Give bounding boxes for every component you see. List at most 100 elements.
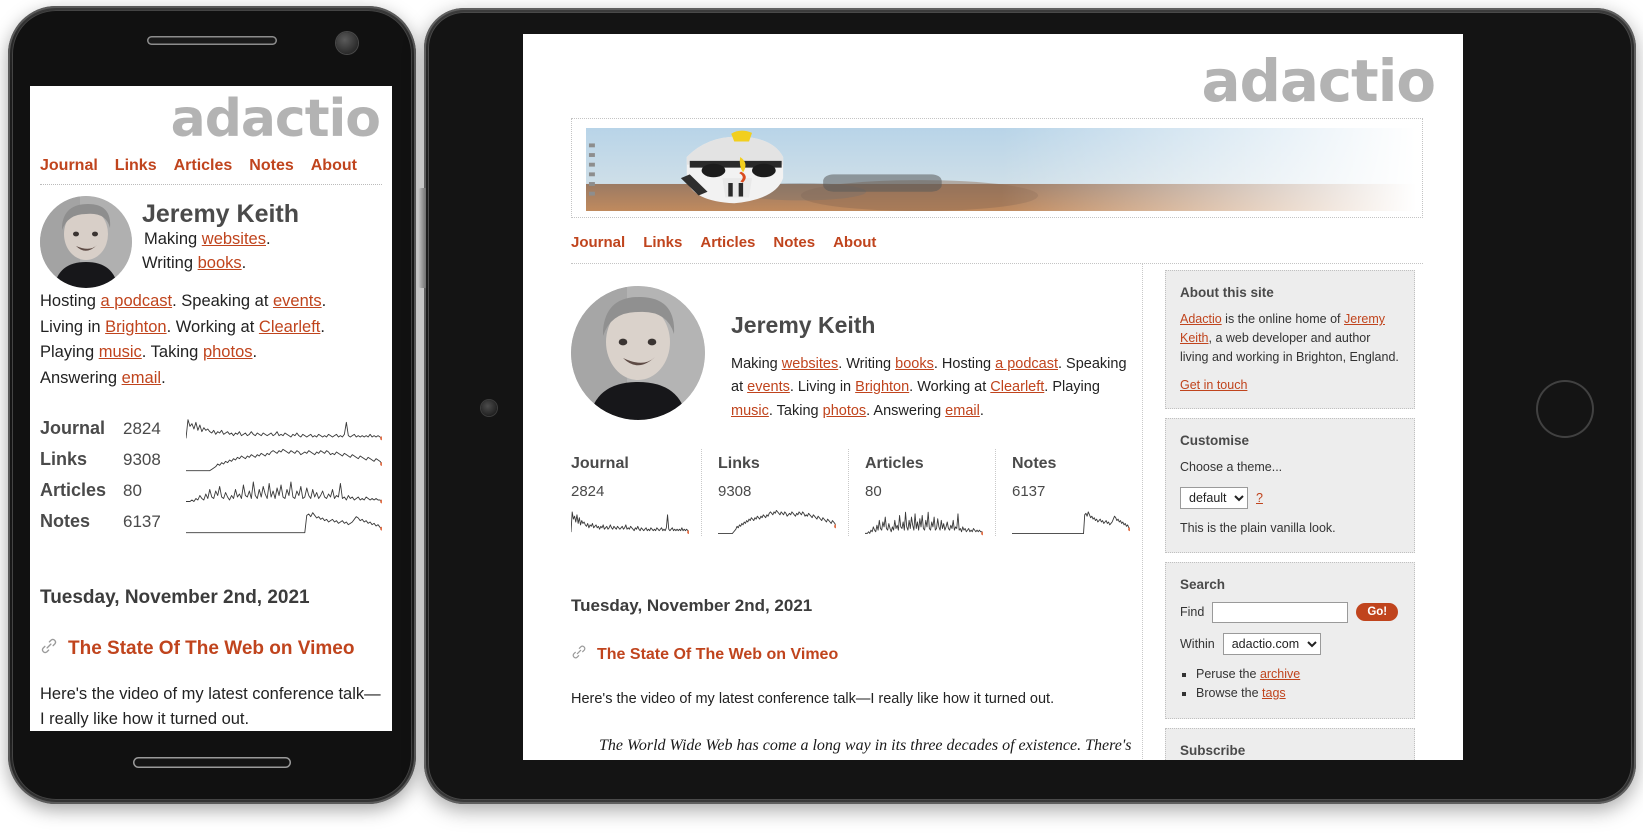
bio-text: . <box>265 230 271 249</box>
bio-link-podcast[interactable]: a podcast <box>101 292 173 310</box>
search-input[interactable] <box>1212 601 1349 623</box>
bio-text: Writing <box>142 254 198 273</box>
theme-description: This is the plain vanilla look. <box>1180 521 1336 535</box>
bio-text: Living in <box>40 317 106 336</box>
bio-line-6: Answering email. <box>38 367 384 391</box>
nav-item-articles[interactable]: Articles <box>174 157 233 175</box>
stat-count: 2824 <box>571 483 605 501</box>
tablet-screen: adactio Journal Links Articles Notes Abo… <box>523 34 1463 760</box>
sparkline-articles <box>865 508 985 536</box>
bio-line-4: Living in Brighton. Working at Clearleft… <box>38 316 384 340</box>
sparkline-articles <box>186 478 384 504</box>
stat-label: Journal <box>40 418 106 439</box>
stat-count: 80 <box>865 483 882 501</box>
tablet-home-button[interactable] <box>1536 380 1594 438</box>
stat-row-links[interactable]: Links 9308 <box>40 444 384 475</box>
nav-item-about[interactable]: About <box>833 234 876 251</box>
bio-link-websites[interactable]: websites <box>202 230 266 248</box>
about-text-a: is the online home of <box>1221 312 1344 326</box>
post-blockquote: The World Wide Web has come a long way i… <box>599 737 1132 755</box>
post-date: Tuesday, November 2nd, 2021 <box>571 596 813 616</box>
search-extra-links: Peruse the archive Browse the tags <box>1196 665 1400 704</box>
stat-card-journal[interactable]: Journal 2824 <box>570 449 701 536</box>
bio-link-books[interactable]: books <box>198 254 242 272</box>
phone-front-camera-icon <box>336 32 358 54</box>
nav-item-links[interactable]: Links <box>115 157 157 175</box>
sidebar: About this site Adactio is the online ho… <box>1143 264 1415 760</box>
bio-link-clearleft[interactable]: Clearleft <box>990 379 1044 395</box>
sparkline-notes <box>186 509 384 535</box>
bio-link-music[interactable]: music <box>731 403 769 419</box>
bio-link-podcast[interactable]: a podcast <box>995 356 1058 372</box>
panel-heading: Search <box>1180 576 1226 592</box>
tablet-device: adactio Journal Links Articles Notes Abo… <box>418 8 1636 804</box>
bio-link-events[interactable]: events <box>273 292 322 310</box>
site-logo[interactable]: adactio <box>523 34 1463 114</box>
phone-main-nav[interactable]: Journal Links Articles Notes About <box>38 149 384 184</box>
search-scope-select[interactable]: adactio.com <box>1222 632 1321 655</box>
stat-count: 9308 <box>718 483 752 501</box>
post-title-link[interactable]: The State Of The Web on Vimeo <box>68 638 354 660</box>
nav-item-notes[interactable]: Notes <box>249 157 293 175</box>
bio-text: Playing <box>40 343 99 362</box>
bio-link-brighton[interactable]: Brighton <box>855 379 909 395</box>
tablet-main-nav[interactable]: Journal Links Articles Notes About <box>523 218 1463 263</box>
phone-earpiece-speaker <box>147 36 277 45</box>
nav-item-articles[interactable]: Articles <box>700 234 755 251</box>
bio-text: . Hosting <box>933 356 996 372</box>
bio-link-clearleft[interactable]: Clearleft <box>259 318 320 336</box>
bio-link-email[interactable]: email <box>122 369 161 387</box>
stat-card-notes[interactable]: Notes 6137 <box>995 449 1142 537</box>
bio-paragraph: Making websites. Writing books. Hosting … <box>731 353 1142 423</box>
about-link-adactio[interactable]: Adactio <box>1180 312 1222 326</box>
list-item-text: Browse the <box>1196 686 1263 701</box>
stat-row-notes[interactable]: Notes 6137 <box>40 506 384 537</box>
bio-line-2: Writing books. <box>142 252 299 276</box>
choose-theme-label: Choose a theme... <box>1180 460 1283 475</box>
search-go-button[interactable]: Go! <box>1356 603 1399 622</box>
bio-link-brighton[interactable]: Brighton <box>105 318 166 336</box>
bio-link-websites[interactable]: websites <box>782 356 838 372</box>
phone-home-bar <box>133 757 291 768</box>
tablet-columns: Jeremy Keith Making websites. Writing bo… <box>523 264 1463 760</box>
nav-item-about[interactable]: About <box>311 157 357 175</box>
phone-device: adactio Journal Links Articles Notes Abo… <box>8 6 416 804</box>
about-text-b: , a web developer and author living and … <box>1180 330 1399 364</box>
nav-item-journal[interactable]: Journal <box>571 234 625 251</box>
tablet-volume-button[interactable] <box>418 188 426 288</box>
stat-label: Articles <box>865 455 924 473</box>
theme-select[interactable]: default <box>1180 487 1248 509</box>
bio-link-email[interactable]: email <box>945 403 980 419</box>
bio-link-photos[interactable]: photos <box>823 403 867 419</box>
archive-link[interactable]: archive <box>1260 667 1300 681</box>
stat-card-links[interactable]: Links 9308 <box>701 449 848 537</box>
phone-stats-list: Journal 2824 Links 9308 Articles 80 Note… <box>40 413 384 537</box>
bio-text: . Working at <box>909 379 991 396</box>
main-content: Jeremy Keith Making websites. Writing bo… <box>523 264 1143 760</box>
bio-text: . <box>320 317 325 336</box>
post-title-link[interactable]: The State Of The Web on Vimeo <box>597 646 838 664</box>
site-logo[interactable]: adactio <box>38 86 384 149</box>
stat-row-journal[interactable]: Journal 2824 <box>40 413 384 444</box>
bio-link-music[interactable]: music <box>99 343 142 361</box>
get-in-touch-link[interactable]: Get in touch <box>1180 378 1247 392</box>
bio-link-books[interactable]: books <box>895 356 934 372</box>
sparkline-links <box>718 508 838 536</box>
stat-card-articles[interactable]: Articles 80 <box>848 449 995 537</box>
page-title: Jeremy Keith <box>731 312 876 338</box>
tags-link[interactable]: tags <box>1262 686 1286 700</box>
theme-help-icon[interactable]: ? <box>1256 491 1263 505</box>
bio-line-3: Hosting a podcast. Speaking at events. <box>38 290 384 314</box>
post-title-row[interactable]: The State Of The Web on Vimeo <box>571 644 1142 665</box>
stat-row-articles[interactable]: Articles 80 <box>40 475 384 506</box>
bio-link-events[interactable]: events <box>747 379 790 395</box>
bio-text: . Working at <box>166 317 259 336</box>
nav-item-journal[interactable]: Journal <box>40 157 98 175</box>
bio-text: . <box>252 343 258 362</box>
tablet-profile: Jeremy Keith Making websites. Writing bo… <box>571 264 1142 423</box>
post-title-row[interactable]: The State Of The Web on Vimeo <box>40 637 382 660</box>
nav-item-notes[interactable]: Notes <box>773 234 815 251</box>
post-intro: Here's the video of my latest conference… <box>571 691 1055 708</box>
nav-item-links[interactable]: Links <box>643 234 682 251</box>
bio-link-photos[interactable]: photos <box>203 343 253 361</box>
